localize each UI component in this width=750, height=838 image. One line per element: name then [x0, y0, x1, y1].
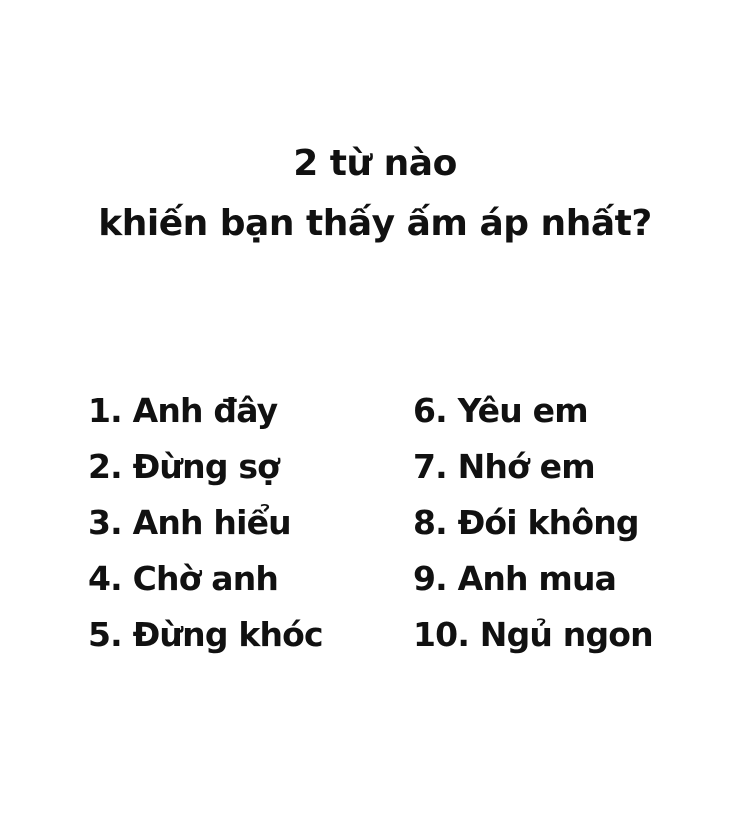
option-item-4: 4. Chờ anh: [88, 559, 279, 598]
option-item-7: 7. Nhớ em: [413, 447, 596, 486]
options-list-left: 1. Anh đây 2. Đừng sợ 3. Anh hiểu 4. Chờ…: [88, 391, 324, 672]
option-item-2: 2. Đừng sợ: [88, 447, 280, 486]
option-item-8: 8. Đói không: [413, 503, 640, 542]
option-item-1: 1. Anh đây: [88, 391, 278, 430]
options-list-right: 6. Yêu em 7. Nhớ em 8. Đói không 9. Anh …: [413, 391, 654, 672]
option-item-5: 5. Đừng khóc: [88, 615, 324, 654]
option-item-3: 3. Anh hiểu: [88, 503, 292, 542]
title-line-2: khiến bạn thấy ấm áp nhất?: [98, 203, 652, 244]
option-item-6: 6. Yêu em: [413, 391, 589, 430]
title-line-1: 2 từ nào: [293, 143, 457, 184]
option-item-9: 9. Anh mua: [413, 559, 617, 598]
option-item-10: 10. Ngủ ngon: [413, 615, 654, 654]
